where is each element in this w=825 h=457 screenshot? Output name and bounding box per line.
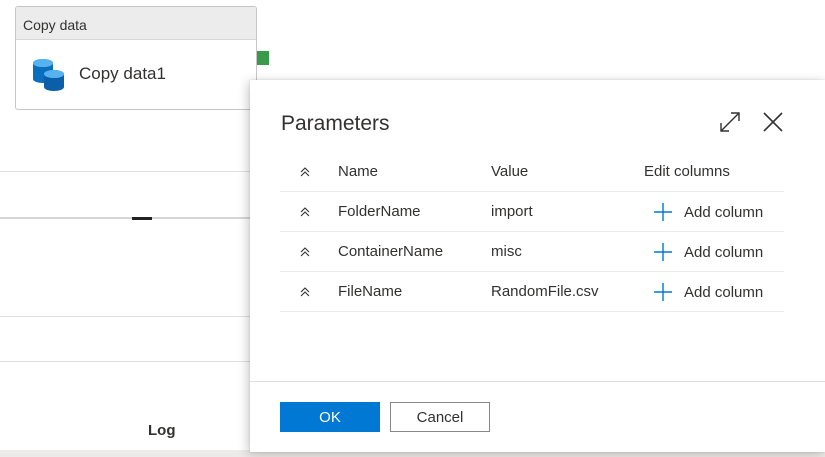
add-column-button[interactable]: Add column [653, 232, 763, 272]
activity-name: Copy data1 [79, 64, 166, 83]
column-header-edit-columns: Edit columns [644, 163, 730, 180]
parameters-grid: Name Value Edit columns FolderName impor… [280, 152, 784, 312]
parameter-value[interactable]: import [491, 192, 533, 232]
add-column-label: Add column [684, 203, 764, 221]
canvas-divider [0, 171, 250, 172]
parameter-value[interactable]: misc [491, 232, 522, 272]
table-row: FolderName import Add column [280, 192, 784, 232]
plus-icon [654, 203, 672, 221]
parameters-dialog: Parameters Name Value Edit columns Folde… [250, 80, 825, 452]
add-column-button[interactable]: Add column [653, 192, 763, 232]
column-header-value: Value [491, 163, 529, 180]
sort-icon[interactable] [298, 152, 314, 192]
minimize-dash[interactable] [132, 217, 152, 220]
plus-icon [654, 283, 672, 301]
expand-diagonal-icon [720, 112, 740, 132]
plus-icon [654, 243, 672, 261]
table-row: FileName RandomFile.csv Add column [280, 272, 784, 312]
column-header-name: Name [338, 163, 379, 180]
canvas-divider [0, 217, 250, 219]
dialog-footer-divider [250, 381, 825, 382]
reorder-icon[interactable] [298, 232, 314, 272]
parameter-name: FolderName [338, 203, 421, 220]
ok-button[interactable]: OK [280, 402, 380, 432]
add-column-label: Add column [684, 243, 764, 261]
canvas-divider [0, 316, 250, 317]
activity-success-port[interactable] [257, 51, 269, 65]
expand-button[interactable] [718, 110, 742, 134]
add-column-button[interactable]: Add column [653, 272, 763, 312]
table-row: ContainerName misc Add column [280, 232, 784, 272]
grid-header-row: Name Value Edit columns [280, 152, 784, 192]
parameter-name: FileName [338, 283, 403, 300]
close-button[interactable] [761, 110, 785, 134]
parameter-name: ContainerName [338, 243, 444, 260]
database-copy-icon [32, 58, 66, 97]
dialog-title: Parameters [281, 112, 390, 135]
close-icon [763, 112, 783, 132]
activity-type-label: Copy data [16, 7, 256, 40]
cancel-button[interactable]: Cancel [390, 402, 490, 432]
parameter-value[interactable]: RandomFile.csv [491, 272, 599, 312]
reorder-icon[interactable] [298, 272, 314, 312]
add-column-label: Add column [684, 283, 764, 301]
reorder-icon[interactable] [298, 192, 314, 232]
canvas-divider [0, 361, 250, 362]
copy-data-activity[interactable]: Copy data Copy data1 [15, 6, 257, 110]
log-label: Log [148, 422, 176, 439]
